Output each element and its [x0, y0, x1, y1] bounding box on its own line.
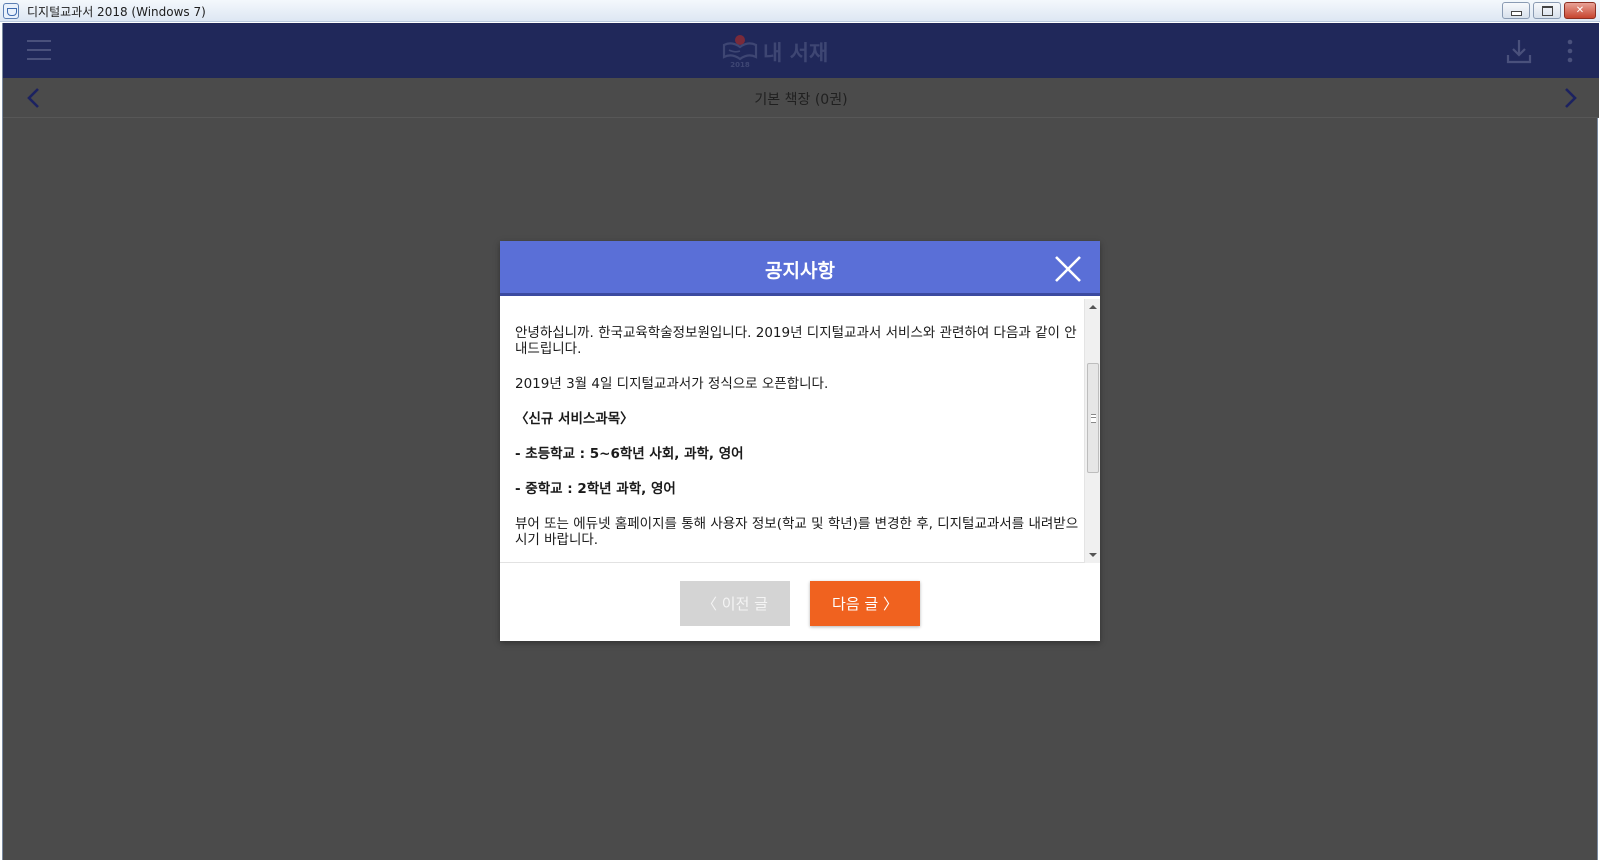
vertical-scrollbar[interactable] — [1084, 299, 1100, 563]
notice-list-item: - 초등학교 : 5~6학년 사회, 과학, 영어 — [515, 446, 744, 462]
logo: 2018 내 서재 — [721, 31, 831, 71]
close-icon[interactable] — [1052, 253, 1084, 285]
window-title: 디지털교과서 2018 (Windows 7) — [27, 5, 206, 19]
logo-year: 2018 — [730, 61, 750, 69]
chevron-right-icon[interactable] — [1559, 86, 1581, 110]
scroll-up-arrow-icon[interactable] — [1085, 299, 1101, 315]
shelf-bar: 기본 책장 (0권) — [3, 78, 1599, 118]
window-titlebar: 디지털교과서 2018 (Windows 7) ✕ — [0, 0, 1600, 22]
shelf-title: 기본 책장 (0권) — [754, 92, 848, 108]
previous-post-button[interactable]: 〈 이전 글 — [680, 581, 790, 626]
app-icon — [3, 3, 19, 19]
scroll-down-arrow-icon[interactable] — [1085, 547, 1101, 563]
minimize-button[interactable] — [1502, 2, 1530, 19]
notice-list-item: - 중학교 : 2학년 과학, 영어 — [515, 481, 676, 497]
notice-paragraph: 안녕하십니까. 한국교육학술정보원입니다. 2019년 디지털교과서 서비스와 … — [515, 325, 1077, 357]
dialog-title: 공지사항 — [765, 260, 835, 282]
notice-dialog: 공지사항 안녕하십니까. 한국교육학술정보원입니다. 2019년 디지털교과서 … — [500, 241, 1100, 641]
notice-content: 안녕하십니까. 한국교육학술정보원입니다. 2019년 디지털교과서 서비스와 … — [515, 325, 1085, 567]
notice-paragraph: 뷰어 또는 에듀넷 홈페이지를 통해 사용자 정보(학교 및 학년)를 변경한 … — [515, 516, 1079, 548]
maximize-button[interactable] — [1533, 2, 1561, 19]
notice-heading: 〈신규 서비스과목〉 — [515, 411, 634, 427]
next-post-button[interactable]: 다음 글 〉 — [810, 581, 920, 626]
more-vertical-icon[interactable] — [1565, 37, 1575, 65]
scrollbar-thumb[interactable] — [1087, 363, 1099, 473]
logo-text: 내 서재 — [763, 41, 829, 65]
app-header: 2018 내 서재 — [3, 23, 1599, 78]
hamburger-icon[interactable] — [27, 38, 51, 62]
book-logo-icon: 2018 — [722, 35, 758, 69]
download-icon[interactable] — [1505, 37, 1533, 65]
notice-paragraph: 2019년 3월 4일 디지털교과서가 정식으로 오픈합니다. — [515, 376, 829, 392]
dialog-header: 공지사항 — [500, 241, 1100, 296]
dialog-body[interactable]: 안녕하십니까. 한국교육학술정보원입니다. 2019년 디지털교과서 서비스와 … — [500, 299, 1100, 563]
close-window-button[interactable]: ✕ — [1564, 2, 1596, 19]
